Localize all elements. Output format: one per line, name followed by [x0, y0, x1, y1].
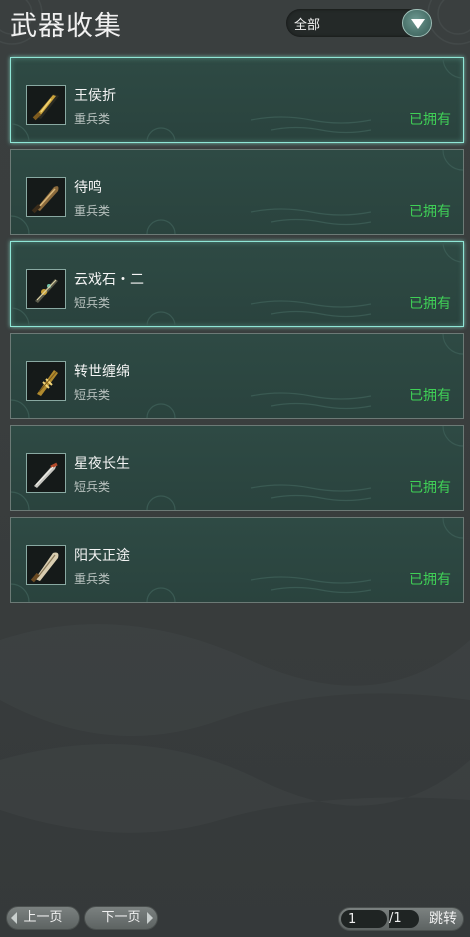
weapon-card[interactable]: 星夜长生 短兵类 已拥有 [10, 425, 464, 511]
weapon-card[interactable]: 转世缠绵 短兵类 已拥有 [10, 333, 464, 419]
dropdown-toggle-button[interactable] [402, 9, 432, 37]
weapon-category: 重兵类 [74, 112, 111, 126]
weapon-list: 王侯折 重兵类 已拥有 待鸣 重兵类 已拥有 云戏石・二 短兵类 已拥有 转世缠… [10, 57, 464, 609]
weapon-card[interactable]: 待鸣 重兵类 已拥有 [10, 149, 464, 235]
next-page-label: 下一页 [101, 910, 141, 925]
owned-status: 已拥有 [409, 480, 451, 496]
weapon-icon-frame [26, 269, 66, 309]
weapon-category: 重兵类 [74, 204, 111, 218]
weapon-category: 短兵类 [74, 296, 111, 310]
weapon-category: 重兵类 [74, 572, 111, 586]
owned-status: 已拥有 [409, 296, 451, 312]
category-filter-dropdown[interactable]: 全部 [286, 9, 432, 37]
weapon-category: 短兵类 [74, 480, 111, 494]
owned-status: 已拥有 [409, 572, 451, 588]
bronze-blade-icon [27, 178, 65, 216]
filter-selected-value: 全部 [294, 18, 321, 33]
weapon-icon-frame [26, 545, 66, 585]
page-jump-control: /1 跳转 [338, 907, 464, 931]
weapon-card[interactable]: 王侯折 重兵类 已拥有 [10, 57, 464, 143]
weapon-name: 转世缠绵 [74, 364, 130, 380]
weapon-card[interactable]: 阳天正途 重兵类 已拥有 [10, 517, 464, 603]
ornate-gold-dagger-icon [27, 362, 65, 400]
prev-page-button[interactable]: 上一页 [6, 906, 80, 930]
owned-status: 已拥有 [409, 112, 451, 128]
dark-gold-blade-icon [27, 86, 65, 124]
page-number-input[interactable] [341, 910, 387, 928]
weapon-icon-frame [26, 453, 66, 493]
silver-dagger-icon [27, 454, 65, 492]
jump-button[interactable]: 跳转 [429, 909, 457, 929]
owned-status: 已拥有 [409, 388, 451, 404]
weapon-icon-frame [26, 85, 66, 125]
owned-status: 已拥有 [409, 204, 451, 220]
weapon-name: 阳天正途 [74, 548, 130, 564]
jeweled-dagger-icon [27, 270, 65, 308]
arrow-left-icon [11, 912, 17, 924]
weapon-category: 短兵类 [74, 388, 111, 402]
weapon-name: 星夜长生 [74, 456, 130, 472]
next-page-button[interactable]: 下一页 [84, 906, 158, 930]
chevron-down-icon [411, 19, 425, 29]
weapon-name: 王侯折 [74, 88, 116, 104]
prev-page-label: 上一页 [23, 910, 63, 925]
greatsword-icon [27, 546, 65, 584]
weapon-name: 待鸣 [74, 180, 102, 196]
weapon-icon-frame [26, 177, 66, 217]
weapon-card[interactable]: 云戏石・二 短兵类 已拥有 [10, 241, 464, 327]
total-pages: /1 [389, 910, 419, 928]
page-title: 武器收集 [10, 11, 122, 42]
weapon-name: 云戏石・二 [74, 272, 144, 288]
arrow-right-icon [147, 912, 153, 924]
weapon-icon-frame [26, 361, 66, 401]
